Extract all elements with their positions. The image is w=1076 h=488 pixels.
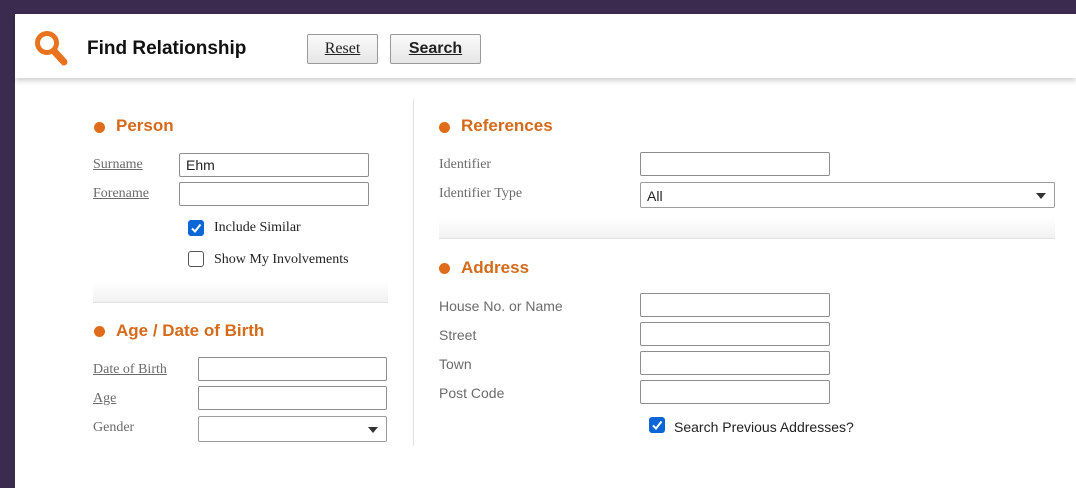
section-divider (439, 218, 1055, 239)
window-frame-left (0, 0, 15, 488)
include-similar-checkbox[interactable] (188, 220, 204, 236)
identifier-type-select[interactable]: All (640, 182, 1055, 208)
show-my-involvements-checkbox[interactable] (188, 251, 204, 267)
search-previous-addresses-label: Search Previous Addresses? (674, 419, 854, 435)
forename-label: Forename (93, 186, 149, 201)
chevron-down-icon (368, 427, 378, 433)
age-section-title: Age / Date of Birth (116, 321, 265, 340)
person-section-title: Person (116, 116, 174, 135)
gender-label: Gender (93, 420, 135, 435)
search-magnifier-icon (35, 31, 68, 66)
address-section-title: Address (461, 258, 530, 277)
references-bullet-icon (439, 122, 450, 133)
page-title: Find Relationship (87, 38, 247, 59)
age-bullet-icon (94, 326, 105, 337)
identifier-label: Identifier (439, 157, 492, 172)
window-frame-top (0, 0, 1076, 14)
town-input[interactable] (640, 351, 830, 375)
postcode-label: Post Code (439, 385, 505, 401)
column-divider (413, 99, 414, 446)
identifier-input[interactable] (640, 152, 830, 176)
references-section-title: References (461, 116, 553, 135)
surname-label: Surname (93, 157, 143, 172)
house-input[interactable] (640, 293, 830, 317)
checkmark-icon (652, 420, 663, 431)
postcode-input[interactable] (640, 380, 830, 404)
chevron-down-icon (1036, 193, 1046, 199)
include-similar-label: Include Similar (214, 220, 301, 235)
surname-input[interactable]: Ehm (179, 153, 369, 177)
checkmark-icon (191, 223, 202, 234)
street-input[interactable] (640, 322, 830, 346)
forename-input[interactable] (179, 182, 369, 206)
reset-button[interactable]: Reset (307, 34, 378, 64)
identifier-type-label: Identifier Type (439, 186, 523, 201)
age-label: Age (93, 391, 117, 406)
house-label: House No. or Name (439, 298, 563, 314)
street-label: Street (439, 327, 477, 343)
age-input[interactable] (198, 386, 387, 410)
town-label: Town (439, 356, 472, 372)
address-bullet-icon (439, 263, 450, 274)
dob-input[interactable] (198, 357, 387, 381)
section-divider (93, 282, 388, 303)
identifier-type-value: All (647, 188, 663, 204)
dob-label: Date of Birth (93, 362, 167, 377)
gender-select[interactable] (198, 416, 387, 442)
search-previous-addresses-checkbox[interactable] (649, 417, 665, 433)
search-button[interactable]: Search (390, 34, 481, 64)
show-my-involvements-label: Show My Involvements (214, 252, 349, 267)
person-bullet-icon (94, 122, 105, 133)
